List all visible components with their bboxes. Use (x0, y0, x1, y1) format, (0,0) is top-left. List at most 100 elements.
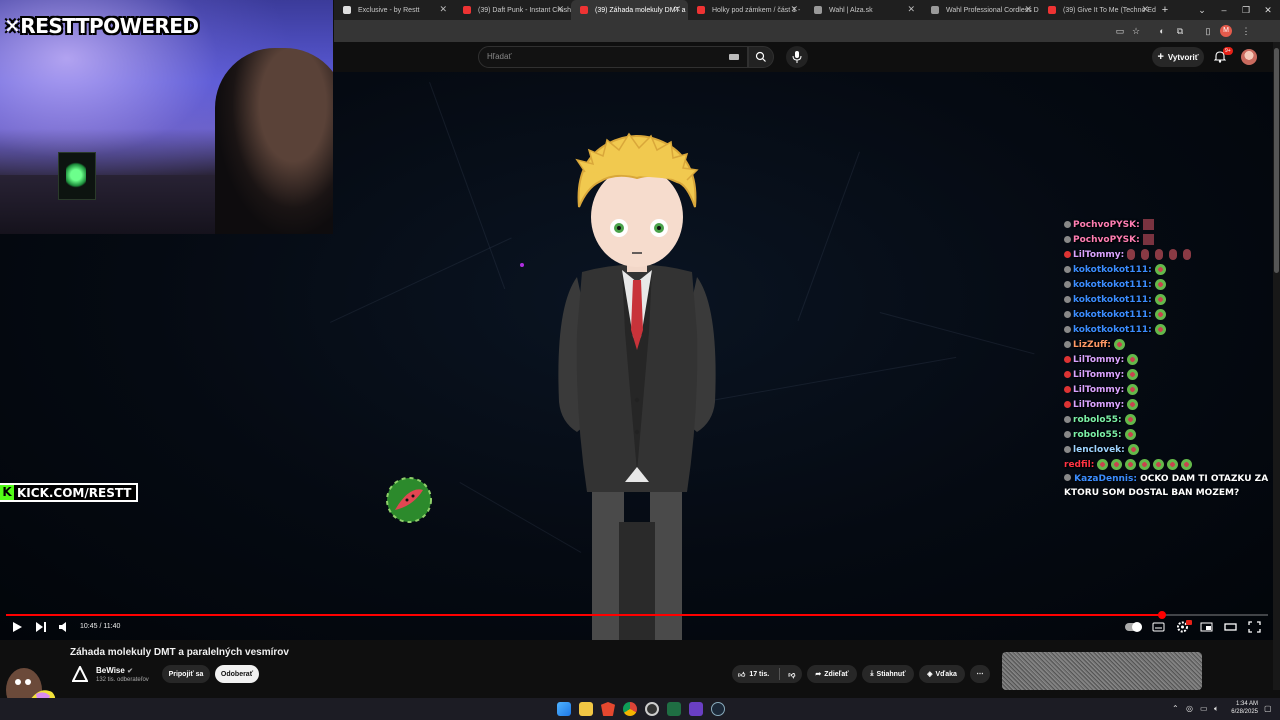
join-button[interactable]: Pripojiť sa (162, 665, 210, 683)
fullscreen-icon[interactable] (1248, 620, 1261, 634)
like-count[interactable]: 17 tis. (749, 671, 769, 678)
search-input[interactable]: Hľadať (478, 46, 748, 68)
recommended-video-thumbnail[interactable] (1002, 652, 1202, 690)
kick-url: KICK.COM/RESTT (17, 485, 132, 500)
tab-search-icon[interactable]: ⌄ (1190, 0, 1214, 20)
tab-label: Exclusive - by Restt (358, 6, 420, 14)
browser-tab[interactable]: (39) Give It To Me (Techno Ed ✕ (1039, 0, 1156, 20)
browser-tab[interactable]: Wahl Professional Cordless D ✕ (922, 0, 1039, 20)
close-window-icon[interactable]: ✕ (1256, 0, 1280, 20)
share-icon: ➦ (815, 671, 822, 678)
bookmark-star-icon[interactable]: ☆ (1130, 25, 1142, 37)
subtitles-icon[interactable] (1152, 620, 1165, 634)
volume-icon[interactable] (58, 620, 70, 634)
cast-icon[interactable]: ▭ (1114, 25, 1126, 37)
obs-icon[interactable] (645, 702, 659, 716)
chrome-icon[interactable] (623, 702, 637, 716)
notification-badge: 9+ (1223, 47, 1233, 55)
profile-icon[interactable]: M (1220, 25, 1232, 37)
subscribe-button[interactable]: Odoberať (215, 665, 259, 683)
chat-badge-icon (1064, 416, 1071, 423)
puzzle-icon[interactable]: ⧉ (1174, 25, 1186, 37)
minimize-icon[interactable]: – (1212, 0, 1236, 20)
thanks-button[interactable]: ◈ Vďaka (919, 665, 965, 683)
next-video-icon[interactable] (35, 620, 47, 634)
tray-expand-icon[interactable]: ⌃ (1172, 704, 1179, 713)
excel-icon[interactable] (667, 702, 681, 716)
watermelon-emote-icon (1153, 459, 1165, 470)
speaker-icon[interactable]: 🔈︎ (1214, 704, 1219, 714)
chat-badge-icon (1064, 386, 1071, 393)
chat-badge-icon (1064, 356, 1071, 363)
browser-tab[interactable]: Wahl | Alza.sk ✕ (805, 0, 922, 20)
progress-bar-fill (6, 614, 1162, 616)
steam-icon[interactable] (711, 702, 725, 716)
emote-icon (1142, 219, 1154, 230)
chat-message: kokotkokot111: (1064, 292, 1274, 307)
new-tab-icon[interactable]: + (1156, 4, 1174, 16)
chat-message: robolo55: (1064, 427, 1274, 442)
more-actions-button[interactable]: ⋯ (970, 665, 990, 683)
chat-username: LilTommy: (1073, 384, 1125, 395)
thumbs-down-icon[interactable]: 👎︎ (788, 670, 795, 679)
close-tab-icon[interactable]: ✕ (907, 4, 915, 15)
chat-message-long: KazaDennis: OCKO DAM TI OTAZKU ZA KTORU … (1064, 472, 1272, 500)
thumbs-up-icon[interactable]: 👍︎ (738, 670, 745, 679)
browser-tab[interactable]: Holky pod zámkem / část 1 - ✕ (688, 0, 805, 20)
progress-scrubber[interactable] (1158, 611, 1166, 619)
close-tab-icon[interactable]: ✕ (673, 4, 681, 15)
channel-name[interactable]: BeWise ✔ (96, 666, 133, 675)
file-explorer-icon[interactable] (579, 702, 593, 716)
chat-username: LizZuff: (1073, 339, 1111, 350)
close-tab-icon[interactable]: ✕ (1141, 4, 1149, 15)
chat-message: robolo55: (1064, 412, 1274, 427)
like-dislike-group: 👍︎ 17 tis. 👎︎ (732, 665, 802, 683)
sidebar-icon[interactable]: ▯ (1202, 25, 1214, 37)
browser-tab-active[interactable]: (39) Záhada molekuly DMT a ✕ (571, 0, 688, 20)
chat-username: redfil: (1064, 459, 1095, 470)
browser-tab[interactable]: Exclusive - by Restt ✕ (334, 0, 454, 20)
watermelon-emote-icon (1154, 264, 1166, 275)
watermelon-emote-icon (1127, 399, 1139, 410)
theater-mode-icon[interactable] (1224, 620, 1237, 634)
chat-username: LilTommy: (1073, 249, 1125, 260)
hd-badge (1186, 620, 1192, 625)
play-icon[interactable] (11, 620, 23, 634)
extension-icon[interactable]: ◐ (1156, 25, 1168, 37)
tray-app-icon[interactable]: ◎ (1186, 704, 1193, 713)
notification-center-icon[interactable]: ▢ (1264, 704, 1272, 713)
search-button[interactable] (748, 46, 774, 68)
voice-search-button[interactable] (786, 46, 808, 68)
browser-tab[interactable]: (39) Daft Punk - Instant Crush ✕ (454, 0, 571, 20)
brave-browser-icon[interactable] (601, 702, 615, 716)
chat-badge-icon (1064, 446, 1071, 453)
create-button[interactable]: + Vytvoriť (1152, 47, 1204, 67)
app-icon[interactable] (689, 702, 703, 716)
scrollbar-thumb[interactable] (1274, 48, 1279, 273)
watermelon-emote-icon (386, 477, 432, 523)
autoplay-toggle[interactable] (1125, 622, 1142, 632)
miniplayer-icon[interactable] (1200, 620, 1213, 634)
favicon-icon (343, 6, 351, 14)
close-tab-icon[interactable]: ✕ (556, 4, 564, 15)
start-windows-icon[interactable] (557, 702, 571, 716)
keyboard-icon[interactable] (729, 54, 739, 60)
user-avatar[interactable] (1241, 49, 1257, 65)
close-tab-icon[interactable]: ✕ (1024, 4, 1032, 15)
maximize-icon[interactable]: ❐ (1234, 0, 1258, 20)
browser-toolbar: ▭ ☆ ◐ ⧉ ▯ M ⋮ (334, 20, 1280, 42)
menu-dots-icon[interactable]: ⋮ (1240, 25, 1252, 37)
share-button[interactable]: ➦ Zdieľať (807, 665, 857, 683)
chat-badge-icon (1064, 236, 1071, 243)
emote-icon (1141, 249, 1150, 260)
channel-logo[interactable] (72, 666, 88, 682)
close-tab-icon[interactable]: ✕ (790, 4, 798, 15)
network-icon[interactable]: ▭ (1200, 704, 1208, 713)
close-tab-icon[interactable]: ✕ (439, 4, 447, 15)
system-clock[interactable]: 1:34 AM 6/28/2025 (1228, 700, 1258, 716)
download-button[interactable]: ⤓ Stiahnuť (862, 665, 914, 683)
kick-channel-badge: K KICK.COM/RESTT (0, 483, 138, 502)
stream-chat-overlay: PochvoPYSK: PochvoPYSK: LilTommy: kokotkoko… (1064, 210, 1274, 500)
chat-message: kokotkokot111: (1064, 307, 1274, 322)
chat-username: LilTommy: (1073, 369, 1125, 380)
